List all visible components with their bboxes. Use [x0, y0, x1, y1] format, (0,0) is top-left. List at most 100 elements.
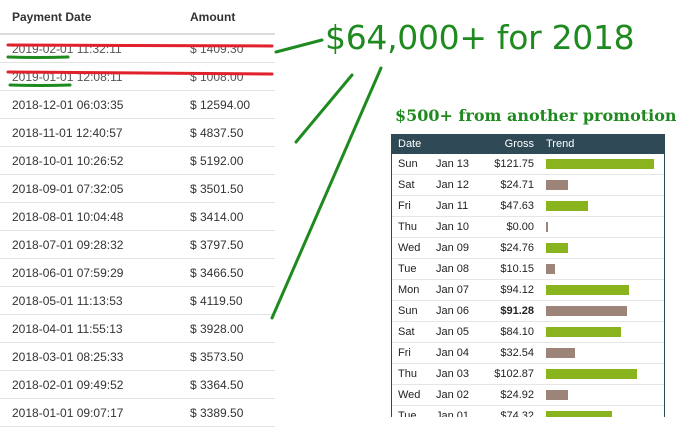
- gross-trend-cell: [540, 258, 664, 280]
- gross-row: Tue Jan 01 $74.32: [392, 405, 664, 417]
- gross-row: Wed Jan 02 $24.92: [392, 384, 664, 406]
- payment-date-cell: 2018-05-01 11:13:53: [0, 286, 190, 315]
- gross-date-cell: Jan 03: [436, 363, 488, 385]
- gross-date-cell: Jan 09: [436, 237, 488, 259]
- payment-date-header[interactable]: Payment Date: [0, 0, 190, 35]
- gross-row: Wed Jan 09 $24.76: [392, 237, 664, 259]
- payment-amount-cell: $ 3414.00: [190, 202, 275, 231]
- payment-amount-cell: $ 1409.30: [190, 34, 275, 63]
- payment-amount-cell: $ 3389.50: [190, 398, 275, 427]
- gross-row: Sun Jan 06 $91.28: [392, 300, 664, 322]
- gross-value-cell: $10.15: [488, 258, 540, 280]
- gross-date-cell: Jan 13: [436, 154, 488, 175]
- trend-bar: [546, 243, 568, 253]
- trend-bar: [546, 327, 621, 337]
- payment-row: 2019-02-01 11:32:11 $ 1409.30: [0, 34, 275, 63]
- payments-table: Payment Date Amount 2019-02-01 11:32:11 $…: [0, 0, 275, 427]
- gross-trend-cell: [540, 342, 664, 364]
- gross-value-cell: $102.87: [488, 363, 540, 385]
- payment-date-cell: 2018-09-01 07:32:05: [0, 174, 190, 203]
- gross-weekday-cell: Sun: [392, 300, 436, 322]
- gross-weekday-cell: Tue: [392, 258, 436, 280]
- payment-date-cell: 2018-12-01 06:03:35: [0, 90, 190, 119]
- payment-date-cell: 2018-04-01 11:55:13: [0, 314, 190, 343]
- pointer-stroke-2: [294, 73, 354, 144]
- payment-row: 2018-04-01 11:55:13 $ 3928.00: [0, 314, 275, 343]
- payment-row: 2019-01-01 12:08:11 $ 1008.00: [0, 62, 275, 91]
- gross-date-cell: Jan 01: [436, 405, 488, 417]
- trend-bar: [546, 411, 612, 417]
- trend-bar: [546, 306, 627, 316]
- gross-trend-cell: [540, 154, 664, 175]
- gross-panel: Date Gross Trend Sun Jan 13 $121.75 Sat Jan …: [391, 134, 665, 417]
- gross-row: Mon Jan 07 $94.12: [392, 279, 664, 301]
- gross-body: Sun Jan 13 $121.75 Sat Jan 12 $24.71 Fri Jan 11…: [392, 154, 664, 417]
- subheadline-annotation: $500+ from another promotion.: [395, 106, 676, 125]
- headline-annotation: $64,000+ for 2018: [325, 18, 635, 57]
- gross-weekday-cell: Sun: [392, 154, 436, 175]
- payment-row: 2018-06-01 07:59:29 $ 3466.50: [0, 258, 275, 287]
- gross-weekday-cell: Fri: [392, 342, 436, 364]
- gross-trend-header[interactable]: Trend: [540, 134, 664, 154]
- gross-row: Thu Jan 10 $0.00: [392, 216, 664, 238]
- payment-amount-cell: $ 3797.50: [190, 230, 275, 259]
- payment-row: 2018-10-01 10:26:52 $ 5192.00: [0, 146, 275, 175]
- gross-row: Tue Jan 08 $10.15: [392, 258, 664, 280]
- gross-value-cell: $94.12: [488, 279, 540, 301]
- payment-row: 2018-01-01 09:07:17 $ 3389.50: [0, 398, 275, 427]
- gross-table: Date Gross Trend Sun Jan 13 $121.75 Sat Jan …: [392, 134, 664, 417]
- gross-value-cell: $0.00: [488, 216, 540, 238]
- payment-date-cell: 2018-07-01 09:28:32: [0, 230, 190, 259]
- gross-trend-cell: [540, 195, 664, 217]
- payments-header-row: Payment Date Amount: [0, 0, 275, 35]
- gross-date-cell: Jan 02: [436, 384, 488, 406]
- gross-row: Thu Jan 03 $102.87: [392, 363, 664, 385]
- trend-bar: [546, 285, 629, 295]
- gross-date-cell: Jan 06: [436, 300, 488, 322]
- gross-trend-cell: [540, 174, 664, 196]
- gross-weekday-cell: Fri: [392, 195, 436, 217]
- gross-row: Sat Jan 05 $84.10: [392, 321, 664, 343]
- trend-bar: [546, 180, 568, 190]
- payment-date-cell: 2018-03-01 08:25:33: [0, 342, 190, 371]
- gross-gross-header[interactable]: Gross: [488, 134, 540, 154]
- payments-body: 2019-02-01 11:32:11 $ 1409.30 2019-01-01 1…: [0, 34, 275, 427]
- gross-weekday-cell: Mon: [392, 279, 436, 301]
- trend-bar: [546, 264, 555, 274]
- payment-amount-cell: $ 1008.00: [190, 62, 275, 91]
- gross-date-cell: Jan 11: [436, 195, 488, 217]
- trend-bar: [546, 159, 654, 169]
- gross-trend-cell: [540, 384, 664, 406]
- gross-header-row: Date Gross Trend: [392, 134, 664, 154]
- payment-date-cell: 2019-01-01 12:08:11: [0, 62, 190, 91]
- gross-date-header[interactable]: Date: [392, 134, 488, 154]
- gross-date-cell: Jan 08: [436, 258, 488, 280]
- payment-amount-cell: $ 3364.50: [190, 370, 275, 399]
- gross-trend-cell: [540, 363, 664, 385]
- payment-amount-cell: $ 5192.00: [190, 146, 275, 175]
- payment-row: 2018-08-01 10:04:48 $ 3414.00: [0, 202, 275, 231]
- gross-date-cell: Jan 10: [436, 216, 488, 238]
- gross-trend-cell: [540, 321, 664, 343]
- gross-trend-cell: [540, 279, 664, 301]
- gross-weekday-cell: Thu: [392, 216, 436, 238]
- payment-amount-cell: $ 4119.50: [190, 286, 275, 315]
- gross-value-cell: $47.63: [488, 195, 540, 217]
- gross-value-cell: $24.76: [488, 237, 540, 259]
- gross-weekday-cell: Tue: [392, 405, 436, 417]
- payment-date-cell: 2018-08-01 10:04:48: [0, 202, 190, 231]
- payment-amount-cell: $ 4837.50: [190, 118, 275, 147]
- trend-bar: [546, 369, 637, 379]
- gross-trend-cell: [540, 300, 664, 322]
- gross-value-cell: $24.92: [488, 384, 540, 406]
- amount-header[interactable]: Amount: [190, 0, 275, 35]
- gross-weekday-cell: Sat: [392, 321, 436, 343]
- trend-bar: [546, 348, 575, 358]
- trend-bar: [546, 201, 588, 211]
- gross-date-cell: Jan 07: [436, 279, 488, 301]
- trend-bar: [546, 390, 568, 400]
- gross-date-cell: Jan 04: [436, 342, 488, 364]
- pointer-stroke-1: [274, 38, 324, 54]
- payment-date-cell: 2018-02-01 09:49:52: [0, 370, 190, 399]
- gross-row: Fri Jan 11 $47.63: [392, 195, 664, 217]
